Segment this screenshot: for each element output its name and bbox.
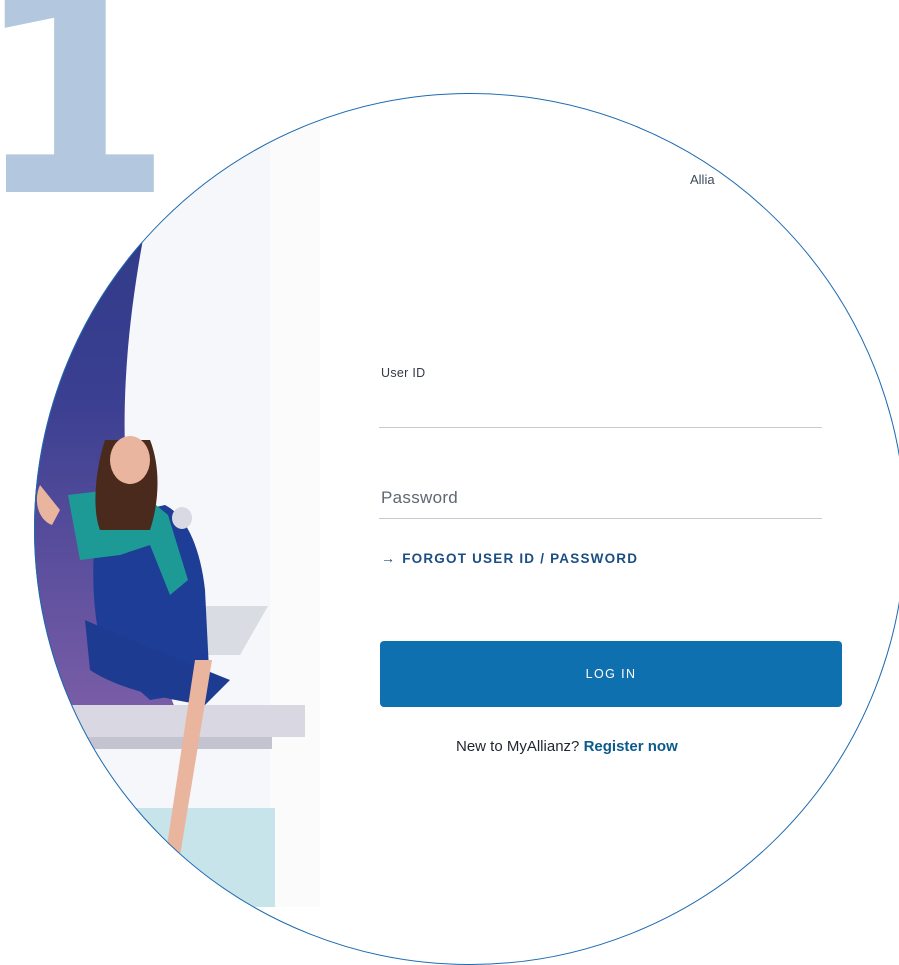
woman-with-laptop-illustration — [34, 93, 320, 907]
login-screen: Allia User ID → FORGOT USER ID / PASSWOR… — [34, 93, 899, 907]
register-prompt: New to MyAllianz? Register now — [456, 738, 678, 755]
arrow-right-icon: → — [381, 550, 397, 566]
forgot-credentials-label: FORGOT USER ID / PASSWORD — [402, 550, 639, 566]
register-prompt-text: New to MyAllianz? — [456, 738, 580, 755]
screenshot-circle: Allia User ID → FORGOT USER ID / PASSWOR… — [34, 93, 899, 965]
forgot-credentials-link[interactable]: → FORGOT USER ID / PASSWORD — [381, 550, 638, 566]
password-input[interactable] — [379, 478, 822, 519]
promo-stage: 1 — [0, 0, 899, 965]
brand-name: Allia — [690, 172, 715, 187]
user-id-input[interactable] — [379, 396, 822, 428]
register-now-link[interactable]: Register now — [584, 738, 678, 755]
user-id-label: User ID — [381, 366, 426, 380]
login-button[interactable]: LOG IN — [380, 641, 842, 707]
